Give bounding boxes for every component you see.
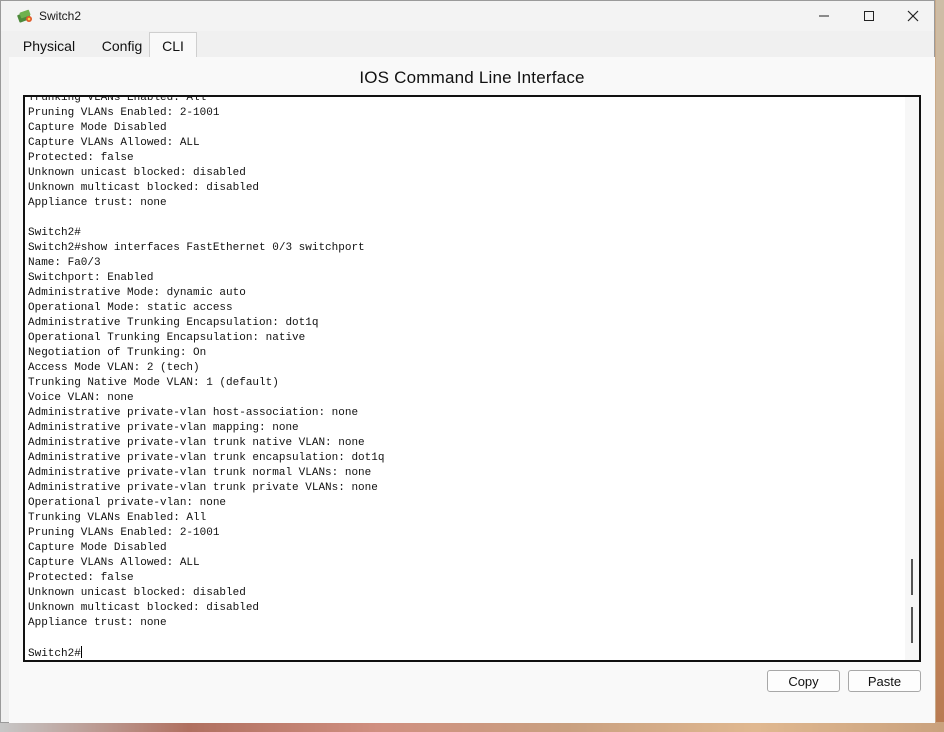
terminal-line: Trunking VLANs Enabled: All <box>28 95 207 104</box>
terminal-line: Unknown multicast blocked: disabled <box>28 602 260 614</box>
terminal-prompt-line[interactable]: Switch2# <box>28 646 898 660</box>
terminal-prompt: Switch2# <box>28 648 81 660</box>
cli-panel: IOS Command Line Interface Trunking VLAN… <box>9 57 935 723</box>
terminal-line: Pruning VLANs Enabled: 2-1001 <box>28 107 220 119</box>
terminal-line: Administrative private-vlan mapping: non… <box>28 422 299 434</box>
terminal-line: Switchport: Enabled <box>28 272 154 284</box>
text-cursor <box>80 646 82 658</box>
terminal-line: Protected: false <box>28 572 134 584</box>
terminal-line: Trunking Native Mode VLAN: 1 (default) <box>28 377 279 389</box>
terminal-line: Administrative private-vlan host-associa… <box>28 407 359 419</box>
terminal-line: Negotiation of Trunking: On <box>28 347 207 359</box>
terminal-line: Administrative private-vlan trunk encaps… <box>28 452 385 464</box>
terminal-line: Administrative private-vlan trunk privat… <box>28 482 378 494</box>
cli-terminal[interactable]: Trunking VLANs Enabled: All Pruning VLANs… <box>23 95 921 662</box>
terminal-line: Unknown unicast blocked: disabled <box>28 587 246 599</box>
terminal-line: Protected: false <box>28 152 134 164</box>
scrollbar-thumb-upper[interactable] <box>911 559 913 595</box>
terminal-line: Capture VLANs Allowed: ALL <box>28 557 200 569</box>
terminal-line: Name: Fa0/3 <box>28 257 101 269</box>
packet-tracer-switch-icon <box>17 8 33 24</box>
terminal-line: Switch2#show interfaces FastEthernet 0/3… <box>28 242 365 254</box>
terminal-line: Switch2# <box>28 227 81 239</box>
terminal-line: Capture Mode Disabled <box>28 542 167 554</box>
terminal-line: Administrative private-vlan trunk native… <box>28 437 365 449</box>
terminal-line: Trunking VLANs Enabled: All <box>28 512 207 524</box>
terminal-line: Appliance trust: none <box>28 617 167 629</box>
terminal-output: Trunking VLANs Enabled: All Pruning VLANs… <box>28 95 898 660</box>
scrollbar-thumb-lower[interactable] <box>911 607 913 643</box>
terminal-line: Operational Trunking Encapsulation: nati… <box>28 332 306 344</box>
terminal-line: Operational private-vlan: none <box>28 497 227 509</box>
minimize-icon[interactable] <box>801 1 847 31</box>
tab-config[interactable]: Config <box>89 34 155 57</box>
title-bar[interactable]: Switch2 <box>1 1 934 31</box>
terminal-line: Capture Mode Disabled <box>28 122 167 134</box>
desktop-wallpaper-bottom <box>0 722 944 732</box>
close-icon[interactable] <box>890 1 936 31</box>
terminal-line: Administrative private-vlan trunk normal… <box>28 467 372 479</box>
terminal-line: Access Mode VLAN: 2 (tech) <box>28 362 200 374</box>
terminal-line: Appliance trust: none <box>28 197 167 209</box>
switch-window: Switch2 Physical Config CLI IOS Command … <box>0 0 935 723</box>
terminal-line: Capture VLANs Allowed: ALL <box>28 137 200 149</box>
paste-button[interactable]: Paste <box>848 670 921 692</box>
copy-button[interactable]: Copy <box>767 670 840 692</box>
terminal-line: Unknown unicast blocked: disabled <box>28 167 246 179</box>
tab-physical[interactable]: Physical <box>11 34 87 57</box>
desktop-wallpaper <box>936 0 944 732</box>
terminal-scrollbar[interactable] <box>905 97 919 660</box>
window-title: Switch2 <box>39 9 82 23</box>
terminal-line: Administrative Mode: dynamic auto <box>28 287 246 299</box>
terminal-line: Unknown multicast blocked: disabled <box>28 182 260 194</box>
terminal-line: Voice VLAN: none <box>28 392 134 404</box>
tab-bar: Physical Config CLI <box>9 32 935 58</box>
tab-cli[interactable]: CLI <box>149 32 197 58</box>
terminal-line: Administrative Trunking Encapsulation: d… <box>28 317 319 329</box>
terminal-line: Pruning VLANs Enabled: 2-1001 <box>28 527 220 539</box>
maximize-icon[interactable] <box>846 1 892 31</box>
cli-header: IOS Command Line Interface <box>359 68 585 87</box>
terminal-line: Operational Mode: static access <box>28 302 233 314</box>
